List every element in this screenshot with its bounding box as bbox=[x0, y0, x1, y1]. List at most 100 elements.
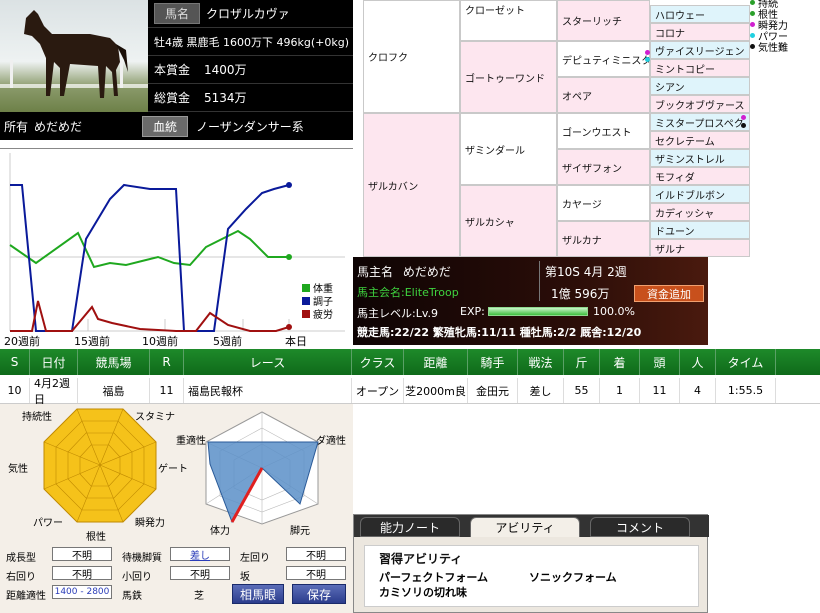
compatibility-button[interactable]: 相馬眼 bbox=[232, 584, 284, 604]
pedigree-g4-3[interactable]: ヴァイスリージェン bbox=[650, 41, 750, 59]
small-track-label: 小回り bbox=[122, 572, 152, 583]
race-header-cell[interactable]: 騎手 bbox=[468, 349, 518, 375]
race-header-cell[interactable]: 頭 bbox=[640, 349, 680, 375]
race-header-cell[interactable]: 距離 bbox=[404, 349, 468, 375]
race-header-cell[interactable]: 日付 bbox=[30, 349, 78, 375]
surface-label: 馬鉄 bbox=[122, 591, 142, 602]
slope-label: 坂 bbox=[240, 572, 250, 583]
exp-progress-fill bbox=[489, 308, 587, 315]
hexagon-label: 体力 bbox=[210, 526, 230, 537]
octagon-label: ゲート bbox=[158, 464, 188, 475]
owner-name-row: 馬主名 めだめだ bbox=[357, 263, 451, 280]
horse-owner: めだめだ bbox=[34, 119, 83, 134]
race-header-cell[interactable]: クラス bbox=[352, 349, 404, 375]
legend-item: 気性難 bbox=[750, 41, 820, 54]
pedigree-g3-4[interactable]: ゴーンウエスト bbox=[557, 113, 650, 149]
x-tick-label: 5週前 bbox=[213, 335, 242, 348]
race-header-cell[interactable]: 戦法 bbox=[518, 349, 564, 375]
ability-tab-panel: 能力ノート アビリティ コメント 習得アビリティ パーフェクトフォーム ソニック… bbox=[353, 514, 709, 613]
save-button[interactable]: 保存 bbox=[292, 584, 346, 604]
add-funds-button[interactable]: 資金追加 bbox=[634, 285, 704, 302]
owner-level: Lv.9 bbox=[415, 307, 438, 320]
owner-name: めだめだ bbox=[402, 265, 451, 279]
series-end-marker bbox=[286, 182, 292, 188]
race-cell: 1 bbox=[600, 378, 640, 403]
pedigree-g2-4[interactable]: ザルカシャ bbox=[460, 185, 557, 257]
tab-ability-notes[interactable]: 能力ノート bbox=[360, 517, 460, 537]
race-header-cell[interactable]: R bbox=[150, 349, 184, 375]
race-cell: 1:55.5 bbox=[716, 378, 776, 403]
horse-total-prize-label: 総賞金 bbox=[154, 91, 191, 105]
distance-label: 距離適性 bbox=[6, 591, 46, 602]
legend-dot-icon bbox=[750, 22, 755, 27]
race-table-header: S 日付 競馬場 R レース クラス 距離 騎手 戦法斤着頭人タイム bbox=[0, 349, 820, 375]
owner-stable-stats: 競走馬:22/22 繁殖牝馬:11/11 種牡馬:2/2 厩舎:12/20 bbox=[357, 326, 642, 339]
pedigree-g4-9[interactable]: ザミンストレル bbox=[650, 149, 750, 167]
series-line-condition bbox=[10, 183, 290, 332]
race-header-cell[interactable]: タイム bbox=[716, 349, 776, 375]
pedigree-g3-3[interactable]: オペア bbox=[557, 77, 650, 113]
race-cell: 10 bbox=[0, 378, 30, 403]
race-cell: 55 bbox=[564, 378, 600, 403]
chart-legend-item: 調子 bbox=[302, 296, 333, 309]
horse-bloodline: ノーザンダンサー系 bbox=[196, 119, 304, 134]
tab-abilities[interactable]: アビリティ bbox=[470, 517, 580, 537]
legend-dot-icon bbox=[750, 44, 755, 49]
pedigree-g4-12[interactable]: カディッシャ bbox=[650, 203, 750, 221]
owner-panel-divider bbox=[539, 261, 540, 301]
race-header-cell[interactable]: S bbox=[0, 349, 30, 375]
pedigree-g3-2[interactable]: デピュティミニスタ bbox=[557, 41, 650, 77]
tab-comments[interactable]: コメント bbox=[590, 517, 690, 537]
pedigree-dam[interactable]: ザルカバン bbox=[363, 113, 460, 257]
series-line-weight bbox=[9, 229, 289, 269]
pedigree-g3-7[interactable]: ザルカナ bbox=[557, 221, 650, 257]
pedigree-sire[interactable]: クロフク bbox=[363, 0, 460, 113]
x-tick-label: 20週前 bbox=[4, 335, 40, 348]
pedigree-g2-3[interactable]: ザミンダール bbox=[460, 113, 557, 185]
race-cell: 差し bbox=[518, 378, 564, 403]
race-header-cell[interactable]: 着 bbox=[600, 349, 640, 375]
slope-value: 不明 bbox=[286, 566, 346, 581]
pedigree-g4-2[interactable]: コロナ bbox=[650, 23, 750, 41]
pedigree-g4-13[interactable]: ドユーン bbox=[650, 221, 750, 239]
pedigree-g2-2[interactable]: ゴートゥーワンド bbox=[460, 41, 557, 113]
right-turn-label: 右回り bbox=[6, 572, 36, 583]
ability-item: パーフェクトフォーム bbox=[379, 571, 489, 584]
race-cell: 4 bbox=[680, 378, 716, 403]
pedigree-g2-1[interactable]: クローゼット bbox=[460, 0, 557, 41]
owner-club-name: EliteTroop bbox=[404, 286, 459, 299]
ability-row: パーフェクトフォーム ソニックフォーム bbox=[379, 569, 684, 584]
horse-owner-row: 所有 めだめだ 血統 ノーザンダンサー系 bbox=[0, 112, 353, 140]
pedigree-g4-6[interactable]: ブックオブヴァース bbox=[650, 95, 750, 113]
pedigree-g4-1[interactable]: ハロウェー bbox=[650, 5, 750, 23]
pedigree-g4-14[interactable]: ザルナ bbox=[650, 239, 750, 257]
hexagon-label: 重適性 bbox=[176, 436, 206, 447]
race-table-row[interactable]: 10 4月2週 日福島 11 福島民報杯 オープン 芝2000m良 金田元 差し 55 1 11 4 1… bbox=[0, 377, 820, 406]
chart-legend-item: 疲労 bbox=[302, 309, 333, 322]
pedigree-g4-7[interactable]: ミスタープロスペク bbox=[650, 113, 750, 131]
pedigree-g4-3-label: ヴァイスリージェン bbox=[655, 46, 745, 58]
pedigree-g3-1[interactable]: スターリッチ bbox=[557, 0, 650, 41]
pedigree-g4-4[interactable]: ミントコピー bbox=[650, 59, 750, 77]
pedigree-g4-10[interactable]: モフィダ bbox=[650, 167, 750, 185]
horse-total-prize-row: 総賞金 5134万 bbox=[148, 84, 353, 112]
race-header-cell[interactable]: レース bbox=[184, 349, 352, 375]
pedigree-g4-11[interactable]: イルドブルボン bbox=[650, 185, 750, 203]
race-cell: 4月2週 日 bbox=[30, 377, 78, 406]
legend-label: 気性難 bbox=[758, 43, 788, 54]
pedigree-g4-8[interactable]: セクレテーム bbox=[650, 131, 750, 149]
distance-value: 1400 - 2800 bbox=[52, 585, 112, 599]
pedigree-g3-5[interactable]: ザイザフォン bbox=[557, 149, 650, 185]
pedigree-g4-5[interactable]: シアン bbox=[650, 77, 750, 95]
pedigree-g3-6[interactable]: カヤージ bbox=[557, 185, 650, 221]
race-header-cell[interactable]: 斤 bbox=[564, 349, 600, 375]
race-cell: 金田元 bbox=[468, 378, 518, 403]
pace-value[interactable]: 差し bbox=[170, 547, 230, 562]
octagon-label: 根性 bbox=[86, 532, 106, 543]
octagon-label: 瞬発力 bbox=[135, 518, 165, 529]
race-header-cell[interactable]: 競馬場 bbox=[78, 349, 150, 375]
owner-level-label: 馬主レベル: bbox=[357, 307, 416, 320]
owner-panel: 馬主名 めだめだ 馬主会名:EliteTroop 第10S 4月 2週 1億 5… bbox=[353, 257, 708, 345]
race-header-cell[interactable]: 人 bbox=[680, 349, 716, 375]
bloodline-button[interactable]: 血統 bbox=[142, 115, 189, 137]
